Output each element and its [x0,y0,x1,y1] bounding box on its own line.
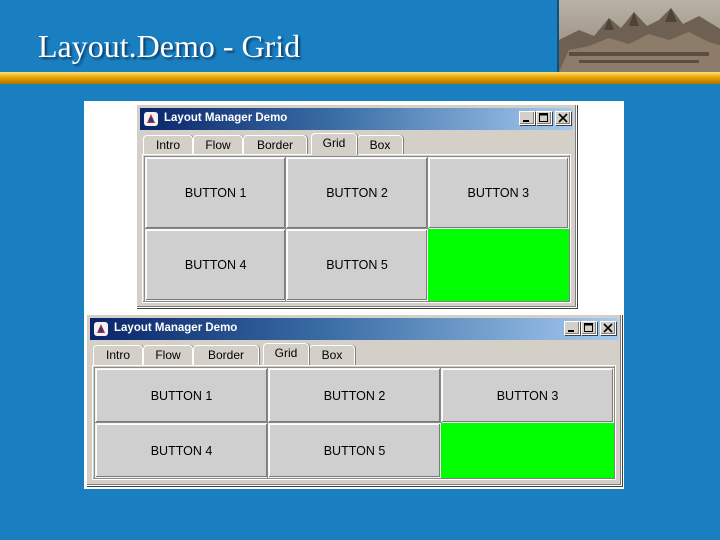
tab-intro[interactable]: Intro [93,345,143,365]
tab-grid[interactable]: Grid [311,133,357,155]
tab-border[interactable]: Border [193,345,259,365]
button-1[interactable]: BUTTON 1 [143,156,288,230]
titlebar[interactable]: Layout Manager Demo [90,318,618,340]
window-top: Layout Manager Demo Intro Flow Border Gr… [136,104,577,308]
titlebar[interactable]: Layout Manager Demo [140,108,573,130]
tab-flow[interactable]: Flow [143,345,193,365]
button-3[interactable]: BUTTON 3 [440,367,615,424]
tab-content: BUTTON 1 BUTTON 2 BUTTON 3 BUTTON 4 BUTT… [92,365,616,480]
slide-title: Layout.Demo - Grid [38,28,301,64]
button-4[interactable]: BUTTON 4 [143,228,288,302]
close-icon [603,323,613,333]
button-1[interactable]: BUTTON 1 [94,367,269,424]
minimize-icon [523,120,529,122]
tab-flow[interactable]: Flow [193,135,243,155]
minimize-button[interactable] [519,111,535,125]
tab-strip: Intro Flow Border Grid Box [143,133,563,155]
button-2[interactable]: BUTTON 2 [285,156,429,230]
tab-content: BUTTON 1 BUTTON 2 BUTTON 3 BUTTON 4 BUTT… [142,154,571,303]
title-rule [0,72,720,84]
button-5[interactable]: BUTTON 5 [285,228,429,302]
button-3[interactable]: BUTTON 3 [426,156,570,230]
grid-layout: BUTTON 1 BUTTON 2 BUTTON 3 BUTTON 4 BUTT… [94,367,615,479]
java-duke-icon [143,111,159,127]
maximize-button[interactable] [581,321,597,335]
tab-strip: Intro Flow Border Grid Box [93,343,593,365]
tab-border[interactable]: Border [243,135,307,155]
temple-photo [557,0,720,72]
close-button[interactable] [555,111,571,125]
window-bottom: Layout Manager Demo Intro Flow Border Gr… [86,314,622,486]
button-5[interactable]: BUTTON 5 [267,422,442,479]
java-duke-icon [93,321,109,337]
tab-intro[interactable]: Intro [143,135,193,155]
tab-grid[interactable]: Grid [263,343,309,365]
empty-grid-cell [441,423,614,478]
close-icon [558,113,568,123]
maximize-icon [584,323,593,332]
grid-layout: BUTTON 1 BUTTON 2 BUTTON 3 BUTTON 4 BUTT… [143,156,570,302]
button-4[interactable]: BUTTON 4 [94,422,269,479]
tab-box[interactable]: Box [309,345,355,365]
maximize-icon [539,113,548,122]
button-2[interactable]: BUTTON 2 [267,367,442,424]
window-title: Layout Manager Demo [114,322,238,334]
empty-grid-cell [427,229,569,301]
close-button[interactable] [600,321,616,335]
minimize-button[interactable] [564,321,580,335]
maximize-button[interactable] [536,111,552,125]
minimize-icon [568,330,574,332]
tab-box[interactable]: Box [357,135,403,155]
window-title: Layout Manager Demo [164,112,288,124]
